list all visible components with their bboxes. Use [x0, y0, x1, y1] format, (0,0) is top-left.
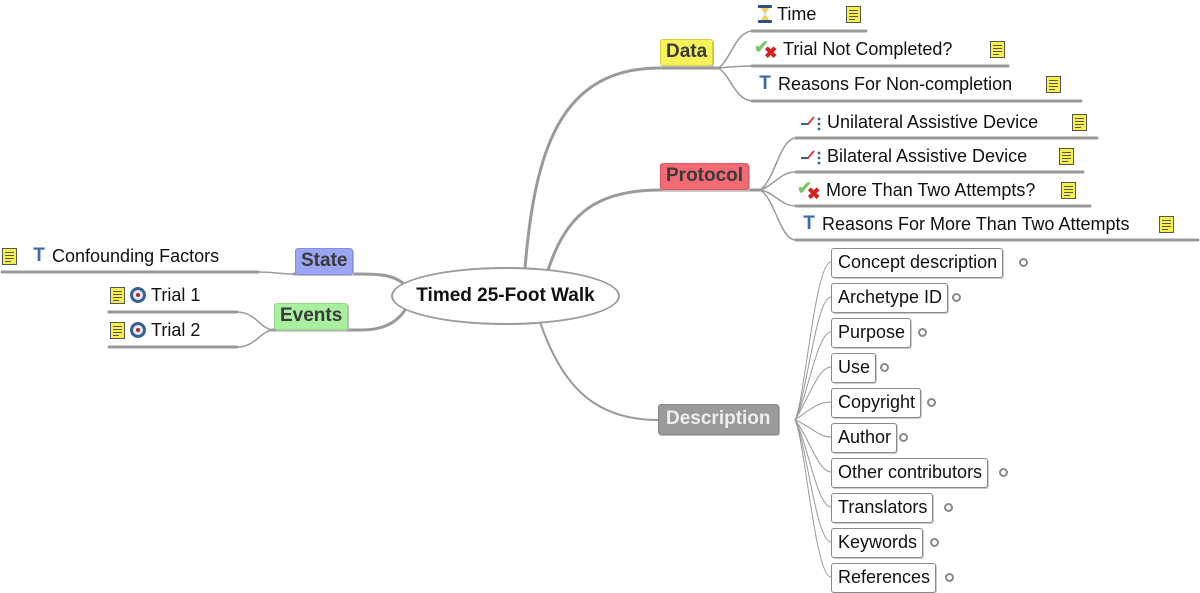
description-item-label: Concept description [838, 252, 998, 272]
protocol-item-label: More Than Two Attempts? [826, 180, 1036, 200]
description-item-concept[interactable]: Concept description [831, 248, 1004, 278]
data-item-reasons-non-completion[interactable]: T Reasons For Non-completion [757, 73, 1062, 95]
description-item-label: Author [838, 427, 892, 447]
description-item-author[interactable]: Author [831, 423, 898, 453]
link-root-state [358, 272, 407, 287]
description-item-translators[interactable]: Translators [831, 493, 934, 523]
boolean-check-x-icon: ✔ ✖ [754, 37, 778, 62]
collapse-toggle-icon[interactable] [1019, 258, 1028, 267]
collapse-toggle-icon[interactable] [930, 538, 939, 547]
note-icon[interactable] [2, 247, 17, 265]
description-item-label: Keywords [838, 532, 918, 552]
link-root-description [539, 321, 659, 421]
description-item-other-contributors[interactable]: Other contributors [831, 458, 989, 488]
target-event-icon [130, 322, 146, 338]
hourglass-icon [758, 5, 772, 23]
link-root-events [358, 308, 407, 332]
data-item-label: Trial Not Completed? [783, 39, 953, 59]
note-icon[interactable] [1072, 113, 1088, 131]
protocol-item-bilateral[interactable]: Bilateral Assistive Device [800, 145, 1075, 167]
data-item-label: Reasons For Non-completion [778, 74, 1013, 94]
link-root-protocol [546, 188, 662, 272]
data-item-trial-not-completed[interactable]: ✔ ✖ Trial Not Completed? [754, 37, 1006, 62]
protocol-item-label: Bilateral Assistive Device [827, 146, 1028, 166]
state-item-label: Confounding Factors [52, 246, 220, 266]
collapse-toggle-icon[interactable] [927, 398, 936, 407]
description-item-archetype-id[interactable]: Archetype ID [831, 283, 949, 313]
description-item-label: Copyright [838, 392, 916, 412]
topic-state[interactable]: State [295, 248, 354, 275]
description-item-use[interactable]: Use [831, 353, 877, 383]
events-item-trial-2[interactable]: Trial 2 [110, 319, 200, 341]
description-item-label: Purpose [838, 322, 906, 342]
boolean-check-x-icon: ✔ ✖ [797, 178, 821, 203]
description-item-label: Use [838, 357, 871, 377]
root-topic[interactable]: Timed 25-Foot Walk [391, 267, 620, 325]
description-item-label: Other contributors [838, 462, 983, 482]
collapse-toggle-icon[interactable] [899, 433, 908, 442]
text-T-icon: T [759, 73, 771, 94]
note-icon[interactable] [110, 321, 125, 339]
data-item-time[interactable]: Time [758, 3, 862, 25]
link-root-data [523, 66, 662, 270]
text-T-icon: T [803, 213, 815, 234]
root-topic-label: Timed 25-Foot Walk [416, 285, 595, 306]
description-item-copyright[interactable]: Copyright [831, 388, 922, 418]
note-icon[interactable] [846, 5, 862, 23]
protocol-item-reasons-more-than-two[interactable]: T Reasons For More Than Two Attempts [801, 213, 1175, 235]
protocol-item-label: Reasons For More Than Two Attempts [822, 214, 1130, 234]
state-item-confounding-factors[interactable]: T Confounding Factors [2, 245, 219, 267]
collapse-toggle-icon[interactable] [945, 573, 954, 582]
note-icon[interactable] [110, 286, 125, 304]
collapse-toggle-icon[interactable] [952, 293, 961, 302]
target-event-icon [130, 287, 146, 303]
topic-events-label: Events [280, 305, 343, 326]
topic-state-label: State [301, 250, 348, 271]
events-item-label: Trial 1 [151, 285, 201, 305]
description-item-label: References [838, 567, 931, 587]
description-item-keywords[interactable]: Keywords [831, 528, 924, 558]
collapse-toggle-icon[interactable] [944, 503, 953, 512]
collapse-toggle-icon[interactable] [999, 468, 1008, 477]
description-item-label: Translators [838, 497, 928, 517]
protocol-item-more-than-two[interactable]: ✔ ✖ More Than Two Attempts? [797, 178, 1077, 203]
protocol-item-label: Unilateral Assistive Device [827, 112, 1039, 132]
collapse-toggle-icon[interactable] [880, 363, 889, 372]
ordinal-graph-icon [800, 113, 822, 131]
note-icon[interactable] [1061, 181, 1077, 199]
ordinal-graph-icon [800, 147, 822, 165]
topic-data-label: Data [666, 41, 708, 62]
note-icon[interactable] [990, 40, 1006, 58]
topic-description-label: Description [666, 408, 771, 429]
topic-data[interactable]: Data [660, 39, 714, 66]
topic-events[interactable]: Events [274, 303, 349, 330]
note-icon[interactable] [1059, 147, 1075, 165]
description-item-purpose[interactable]: Purpose [831, 318, 912, 348]
topic-protocol-label: Protocol [666, 165, 744, 186]
data-item-label: Time [777, 4, 817, 24]
collapse-toggle-icon[interactable] [918, 328, 927, 337]
events-item-trial-1[interactable]: Trial 1 [110, 284, 200, 306]
topic-protocol[interactable]: Protocol [660, 163, 750, 190]
text-T-icon: T [33, 245, 45, 266]
note-icon[interactable] [1046, 75, 1062, 93]
protocol-item-unilateral[interactable]: Unilateral Assistive Device [800, 111, 1088, 133]
topic-description[interactable]: Description [658, 404, 779, 435]
note-icon[interactable] [1159, 215, 1175, 233]
events-item-label: Trial 2 [151, 320, 201, 340]
description-item-references[interactable]: References [831, 563, 937, 593]
description-item-label: Archetype ID [838, 287, 943, 307]
